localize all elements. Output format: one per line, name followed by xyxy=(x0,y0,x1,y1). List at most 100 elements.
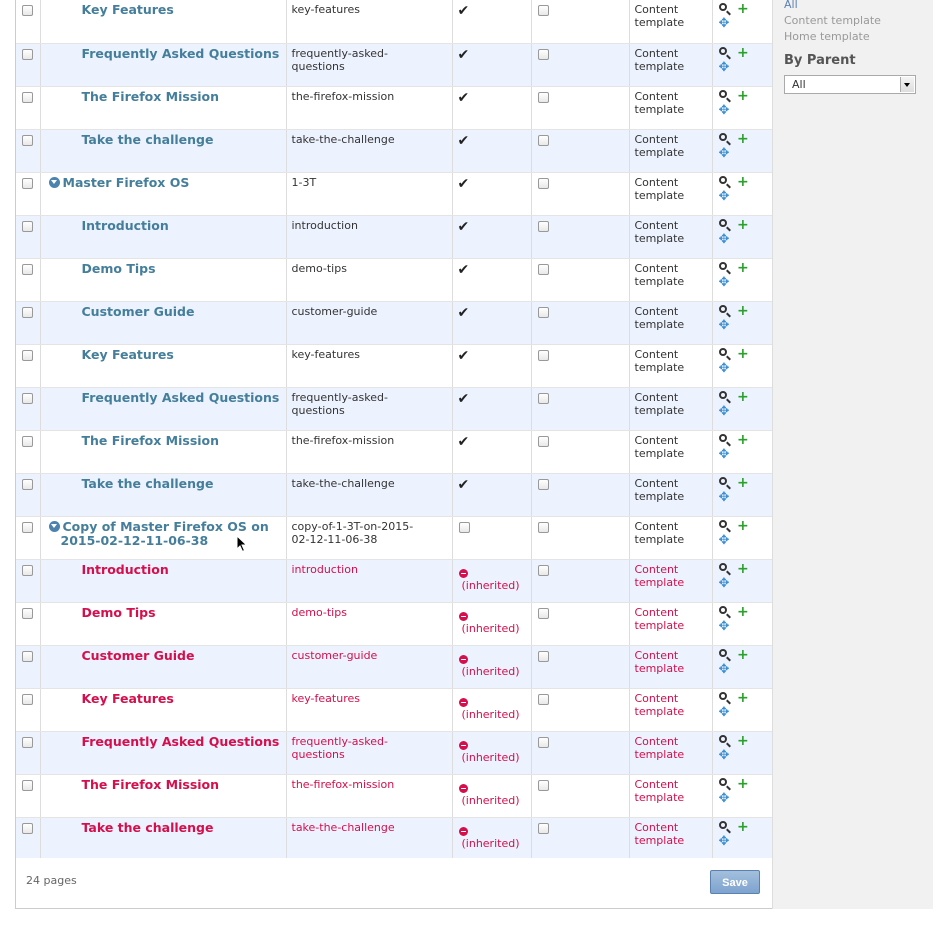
move-arrows-icon[interactable]: ✥ xyxy=(719,61,733,75)
row-select-checkbox[interactable] xyxy=(22,607,33,619)
in-navigation-checkbox[interactable] xyxy=(537,349,549,361)
row-select-checkbox[interactable] xyxy=(22,435,33,447)
published-check-icon[interactable]: ✔ xyxy=(458,478,470,492)
magnifier-icon[interactable] xyxy=(718,519,733,534)
move-arrows-icon[interactable]: ✥ xyxy=(719,362,733,376)
move-arrows-icon[interactable]: ✥ xyxy=(719,405,733,419)
in-navigation-checkbox[interactable] xyxy=(537,478,549,490)
plus-icon[interactable]: + xyxy=(736,562,750,577)
move-arrows-icon[interactable]: ✥ xyxy=(719,233,733,247)
published-check-icon[interactable]: ✔ xyxy=(458,91,470,105)
magnifier-icon[interactable] xyxy=(718,777,733,792)
move-arrows-icon[interactable]: ✥ xyxy=(719,104,733,118)
magnifier-icon[interactable] xyxy=(718,46,733,61)
magnifier-icon[interactable] xyxy=(718,304,733,319)
in-navigation-checkbox[interactable] xyxy=(537,607,549,619)
magnifier-icon[interactable] xyxy=(718,347,733,362)
page-title-link[interactable]: Take the challenge xyxy=(41,818,286,835)
page-title-link[interactable]: Key Features xyxy=(41,345,286,362)
magnifier-icon[interactable] xyxy=(718,3,733,17)
published-check-icon[interactable]: ✔ xyxy=(458,134,470,148)
row-select-checkbox[interactable] xyxy=(22,521,33,533)
magnifier-icon[interactable] xyxy=(718,691,733,706)
plus-icon[interactable]: + xyxy=(736,648,750,663)
in-navigation-checkbox[interactable] xyxy=(537,693,549,705)
row-select-checkbox[interactable] xyxy=(22,822,33,834)
in-navigation-checkbox[interactable] xyxy=(537,822,549,834)
plus-icon[interactable]: + xyxy=(736,433,750,448)
page-title-link[interactable]: Take the challenge xyxy=(41,474,286,491)
magnifier-icon[interactable] xyxy=(718,390,733,405)
published-checkbox[interactable] xyxy=(458,521,470,533)
plus-icon[interactable]: + xyxy=(736,304,750,319)
published-check-icon[interactable]: ✔ xyxy=(458,263,470,277)
page-title-link[interactable]: Introduction xyxy=(41,216,286,233)
row-select-checkbox[interactable] xyxy=(22,306,33,318)
published-check-icon[interactable]: ✔ xyxy=(458,306,470,320)
plus-icon[interactable]: + xyxy=(736,734,750,749)
move-arrows-icon[interactable]: ✥ xyxy=(719,448,733,462)
page-title-link[interactable]: Customer Guide xyxy=(41,646,286,663)
page-title-link[interactable]: The Firefox Mission xyxy=(41,431,286,448)
in-navigation-checkbox[interactable] xyxy=(537,263,549,275)
plus-icon[interactable]: + xyxy=(736,89,750,104)
row-select-checkbox[interactable] xyxy=(22,349,33,361)
published-check-icon[interactable]: ✔ xyxy=(458,349,470,363)
row-select-checkbox[interactable] xyxy=(22,392,33,404)
move-arrows-icon[interactable]: ✥ xyxy=(719,663,733,677)
move-arrows-icon[interactable]: ✥ xyxy=(719,792,733,806)
published-check-icon[interactable]: ✔ xyxy=(458,4,470,18)
move-arrows-icon[interactable]: ✥ xyxy=(719,749,733,763)
plus-icon[interactable]: + xyxy=(736,691,750,706)
in-navigation-checkbox[interactable] xyxy=(537,91,549,103)
in-navigation-checkbox[interactable] xyxy=(537,736,549,748)
magnifier-icon[interactable] xyxy=(718,820,733,835)
filter-template-content[interactable]: Content template xyxy=(784,14,881,27)
row-select-checkbox[interactable] xyxy=(22,564,33,576)
plus-icon[interactable]: + xyxy=(736,519,750,534)
row-select-checkbox[interactable] xyxy=(22,91,33,103)
in-navigation-checkbox[interactable] xyxy=(537,220,549,232)
in-navigation-checkbox[interactable] xyxy=(537,177,549,189)
page-title-link[interactable]: Introduction xyxy=(41,560,286,577)
move-arrows-icon[interactable]: ✥ xyxy=(719,577,733,591)
plus-icon[interactable]: + xyxy=(736,476,750,491)
magnifier-icon[interactable] xyxy=(718,734,733,749)
plus-icon[interactable]: + xyxy=(736,132,750,147)
move-arrows-icon[interactable]: ✥ xyxy=(719,319,733,333)
row-select-checkbox[interactable] xyxy=(22,779,33,791)
plus-icon[interactable]: + xyxy=(736,390,750,405)
row-select-checkbox[interactable] xyxy=(22,650,33,662)
in-navigation-checkbox[interactable] xyxy=(537,306,549,318)
plus-icon[interactable]: + xyxy=(736,605,750,620)
page-title-link[interactable]: The Firefox Mission xyxy=(41,87,286,104)
magnifier-icon[interactable] xyxy=(718,648,733,663)
plus-icon[interactable]: + xyxy=(736,777,750,792)
in-navigation-checkbox[interactable] xyxy=(537,650,549,662)
row-select-checkbox[interactable] xyxy=(22,263,33,275)
page-title-link[interactable]: Key Features xyxy=(41,689,286,706)
move-arrows-icon[interactable]: ✥ xyxy=(719,835,733,849)
published-check-icon[interactable]: ✔ xyxy=(458,48,470,62)
plus-icon[interactable]: + xyxy=(736,820,750,835)
move-arrows-icon[interactable]: ✥ xyxy=(719,190,733,204)
row-select-checkbox[interactable] xyxy=(22,134,33,146)
in-navigation-checkbox[interactable] xyxy=(537,5,549,16)
move-arrows-icon[interactable]: ✥ xyxy=(719,276,733,290)
move-arrows-icon[interactable]: ✥ xyxy=(719,491,733,505)
plus-icon[interactable]: + xyxy=(736,347,750,362)
row-select-checkbox[interactable] xyxy=(22,220,33,232)
magnifier-icon[interactable] xyxy=(718,261,733,276)
move-arrows-icon[interactable]: ✥ xyxy=(719,620,733,634)
published-check-icon[interactable]: ✔ xyxy=(458,392,470,406)
move-arrows-icon[interactable]: ✥ xyxy=(719,147,733,161)
plus-icon[interactable]: + xyxy=(736,46,750,61)
published-check-icon[interactable]: ✔ xyxy=(458,220,470,234)
magnifier-icon[interactable] xyxy=(718,89,733,104)
page-title-link[interactable]: Frequently Asked Questions xyxy=(41,388,286,405)
magnifier-icon[interactable] xyxy=(718,476,733,491)
row-select-checkbox[interactable] xyxy=(22,177,33,189)
page-title-link[interactable]: Demo Tips xyxy=(41,259,286,276)
page-title-link[interactable]: Frequently Asked Questions xyxy=(41,732,286,749)
filter-by-parent-select[interactable]: All xyxy=(784,75,916,94)
